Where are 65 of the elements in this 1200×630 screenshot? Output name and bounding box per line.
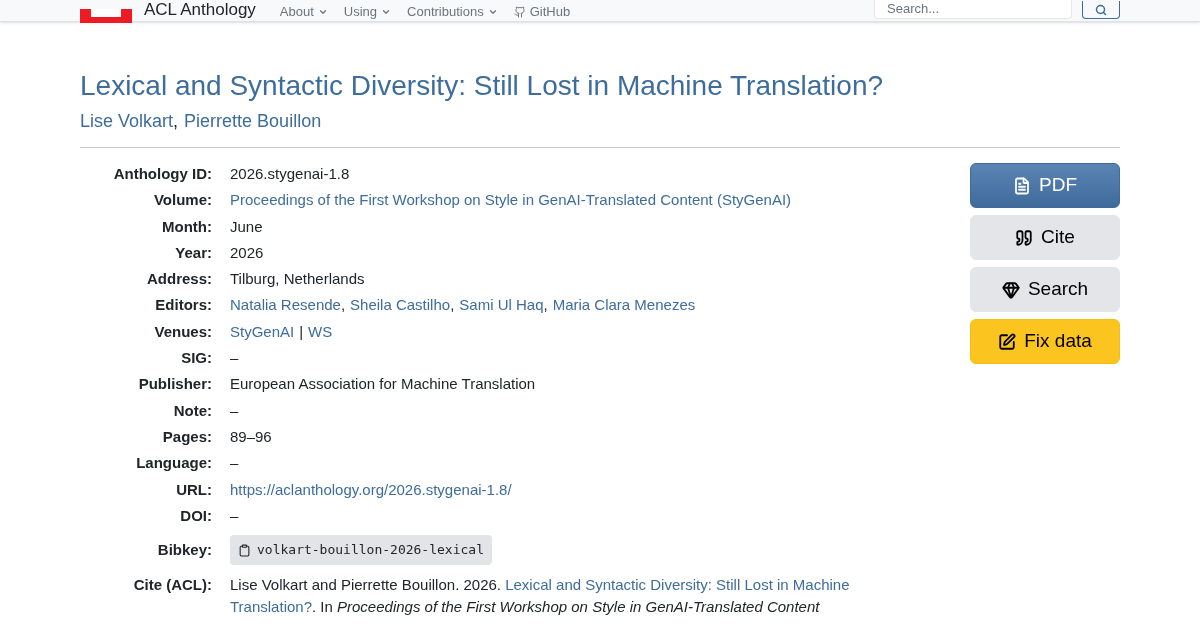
text: June (230, 216, 263, 237)
text: Tilburg, Netherlands (230, 269, 365, 290)
text: 2026.stygenai-1.8 (230, 164, 350, 184)
field-label: Year: (174, 242, 213, 263)
logo-icon[interactable] (80, 9, 132, 23)
nav-link[interactable]: About (279, 5, 328, 18)
nav-link[interactable]: Using (343, 5, 392, 18)
citation-link[interactable]: Translation? (230, 598, 312, 616)
link[interactable]: StyGenAI (230, 320, 295, 343)
clipboard-icon[interactable] (238, 543, 251, 557)
paper-title: Lexical and Syntactic Diversity: Still Lost in Machine Translation? (80, 70, 885, 102)
field-label: Editors: (154, 295, 213, 316)
text: – (230, 453, 239, 474)
field-label: Note: (172, 400, 213, 421)
brand-name[interactable]: ACL Anthology (144, 1, 256, 18)
field-label: Language: (135, 453, 213, 474)
text: , (340, 295, 346, 316)
gem-icon (1001, 280, 1020, 299)
separator: , (173, 110, 179, 133)
edit-icon (998, 332, 1017, 351)
citation-text: . In Proceedings of the First Workshop on Style in GenAI-Translated Content (312, 598, 820, 616)
link[interactable]: Maria Clara Menezes (552, 294, 696, 317)
search-field[interactable]: Search... (874, 0, 1072, 19)
field-label: Bibkey: (156, 540, 213, 561)
link[interactable]: Natalia Resende (230, 294, 341, 317)
author-link[interactable]: Lise Volkart (80, 108, 174, 135)
action-button[interactable]: PDF (970, 163, 1120, 208)
nav-link[interactable]: GitHub (513, 5, 571, 18)
text: – (230, 400, 239, 421)
field-label: Volume: (152, 190, 213, 211)
field-label: Cite (ACL): (132, 575, 213, 596)
text: – (230, 505, 239, 526)
field-label: Address: (145, 269, 213, 290)
document-icon (1013, 176, 1031, 195)
citation-link[interactable]: Lexical and Syntactic Diversity: Still Lost in Machine (505, 576, 850, 594)
search-button[interactable] (1082, 1, 1120, 19)
action-button[interactable]: Fix data (970, 319, 1120, 364)
link[interactable]: Proceedings of the First Workshop on Style in GenAI-Translated Content (StyGenAI) (230, 189, 792, 212)
action-button[interactable]: Cite (970, 215, 1120, 260)
nav-link[interactable]: Contributions (407, 5, 498, 18)
github-icon (513, 5, 526, 18)
text: – (230, 348, 239, 369)
link[interactable]: WS (308, 320, 333, 343)
action-button[interactable]: Search (970, 267, 1120, 312)
field-label: Anthology ID: (112, 164, 213, 184)
field-label: Venues: (153, 321, 213, 342)
citation-text: Lise Volkart and Pierrette Bouillon. 2026. (230, 576, 501, 594)
field-label: DOI: (179, 505, 213, 526)
link[interactable]: Sami Ul Haq (459, 294, 544, 317)
link[interactable]: https://aclanthology.org/2026.stygenai-1.8/ (230, 478, 512, 501)
field-label: Month: (161, 216, 213, 237)
search-icon (1095, 3, 1107, 16)
field-label: URL: (175, 479, 213, 500)
text: 89–96 (230, 426, 272, 447)
field-label: Publisher: (137, 374, 213, 395)
text: European Association for Machine Translation (230, 374, 536, 395)
field-label: SIG: (180, 348, 213, 369)
text: , (450, 295, 455, 316)
field-label: Pages: (161, 426, 213, 447)
author-link[interactable]: Pierrette Bouillon (184, 108, 322, 135)
bibkey-text: volkart-bouillon-2026-lexical (257, 541, 484, 560)
text: 2026 (230, 242, 264, 263)
text: | (299, 321, 304, 342)
quote-icon (1015, 228, 1034, 247)
text: , (543, 295, 548, 316)
